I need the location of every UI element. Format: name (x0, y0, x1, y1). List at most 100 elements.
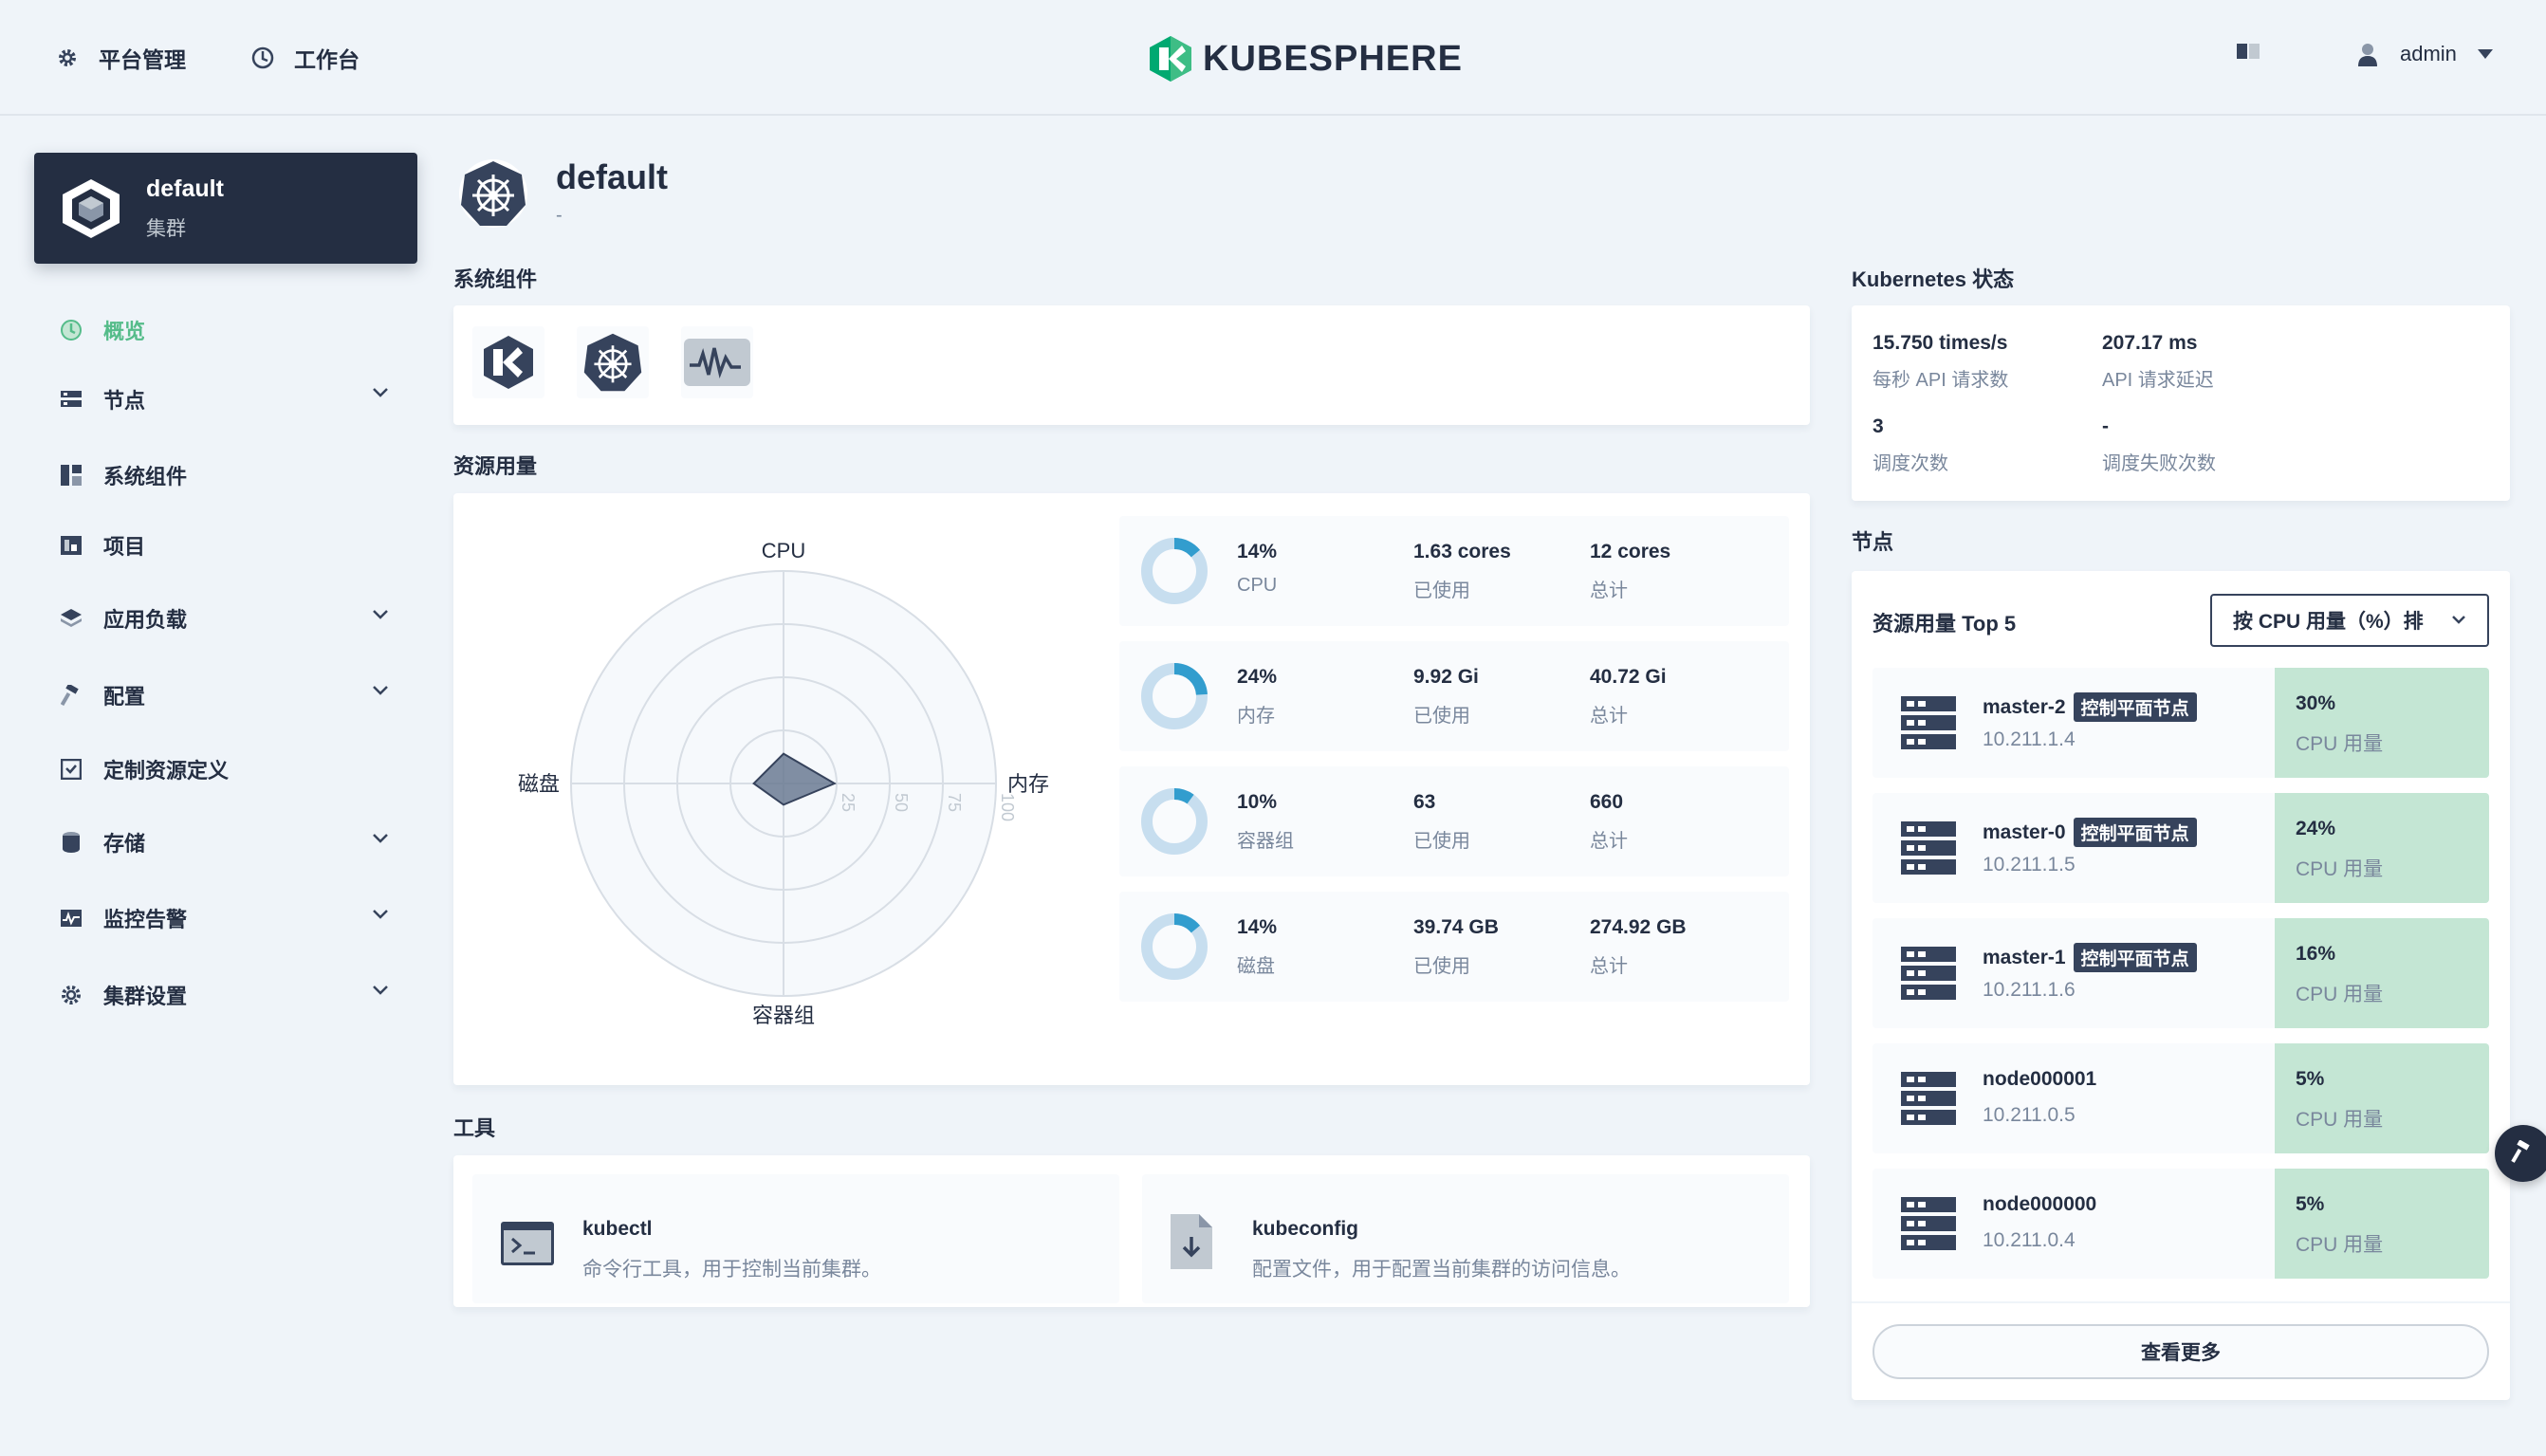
resource-total-label: 总计 (1590, 956, 1628, 977)
tool-name: kubectl (582, 1218, 653, 1240)
cluster-card[interactable]: default 集群 (34, 153, 417, 264)
server-icon (1901, 947, 1956, 1000)
view-more-button[interactable]: 查看更多 (1873, 1324, 2489, 1379)
node-name: master-2 (1983, 695, 2066, 718)
tool-kubectl[interactable]: kubectl 命令行工具，用于控制当前集群。 (472, 1174, 1119, 1303)
k8s-value: - (2102, 415, 2109, 437)
resource-row-pods: 10% 容器组 63 已使用 660 总计 (1119, 766, 1789, 876)
resource-used-label: 已使用 (1413, 706, 1470, 727)
kubesphere-logo-icon (1150, 36, 1191, 82)
node-row[interactable]: node000001 10.211.0.5 5% CPU 用量 (1873, 1043, 2489, 1153)
server-icon (1901, 696, 1956, 749)
sidebar-item-label: 系统组件 (103, 465, 188, 488)
radar-tick-label: 100 (998, 793, 1017, 821)
sidebar-item-label: 概览 (103, 320, 146, 343)
sidebar-item-label: 节点 (103, 389, 146, 413)
user-icon (2358, 44, 2377, 66)
resource-used: 9.92 Gi (1413, 666, 1479, 688)
sidebar-item-workloads[interactable]: 应用负载 (34, 581, 417, 656)
workbench-nav[interactable]: 工作台 (250, 42, 360, 74)
sidebar-item-cluster-settings[interactable]: 集群设置 (34, 956, 417, 1034)
node-cpu-usage: 5% CPU 用量 (2275, 1169, 2489, 1279)
node-name: master-0 (1983, 820, 2066, 843)
k8s-api-latency: 207.17 ms API 请求延迟 (2102, 332, 2214, 392)
node-ip: 10.211.1.5 (1983, 854, 2076, 875)
sidebar-item-label: 定制资源定义 (103, 759, 230, 783)
server-icon (1901, 1197, 1956, 1250)
kubesphere-component-icon[interactable] (472, 326, 544, 398)
nodes-section-title: 节点 (1852, 530, 1894, 554)
cluster-icon (63, 179, 120, 238)
page-description: - (556, 205, 563, 226)
nodes-icon (60, 388, 83, 411)
cluster-settings-icon (60, 984, 83, 1006)
sidebar-item-projects[interactable]: 项目 (34, 510, 417, 581)
kubernetes-component-icon[interactable] (577, 326, 649, 398)
sidebar-item-config[interactable]: 配置 (34, 656, 417, 734)
resource-name: 内存 (1237, 706, 1275, 727)
resource-percent: 14% (1237, 916, 1278, 938)
usage-value: 5% (2296, 1193, 2325, 1215)
chevron-down-icon (373, 834, 388, 843)
resource-row-memory: 24% 内存 9.92 Gi 已使用 40.72 Gi 总计 (1119, 641, 1789, 751)
sidebar-item-label: 配置 (103, 685, 146, 709)
page-title: default (556, 157, 669, 196)
server-icon (1901, 1072, 1956, 1125)
node-cpu-usage: 24% CPU 用量 (2275, 793, 2489, 903)
usage-label: CPU 用量 (2296, 733, 2384, 755)
node-row[interactable]: master-0 控制平面节点 10.211.1.5 24% CPU 用量 (1873, 793, 2489, 903)
node-row[interactable]: master-1 控制平面节点 10.211.1.6 16% CPU 用量 (1873, 918, 2489, 1028)
node-ip: 10.211.0.5 (1983, 1104, 2076, 1126)
dashboard-icon (250, 46, 275, 70)
node-ip: 10.211.0.4 (1983, 1229, 2076, 1251)
resource-percent: 24% (1237, 666, 1278, 688)
node-row[interactable]: node000000 10.211.0.4 5% CPU 用量 (1873, 1169, 2489, 1279)
terminal-icon (501, 1222, 554, 1265)
tools-section-title: 工具 (453, 1116, 496, 1140)
sidebar-item-components[interactable]: 系统组件 (34, 440, 417, 510)
resource-used-label: 已使用 (1413, 581, 1470, 601)
resource-radar-chart: CPU 内存 容器组 磁盘 25 50 75 100 (518, 539, 1049, 1027)
sidebar-item-crd[interactable]: 定制资源定义 (34, 734, 417, 804)
resource-name: 磁盘 (1237, 956, 1275, 977)
sidebar-item-storage[interactable]: 存储 (34, 804, 417, 880)
resource-total-label: 总计 (1590, 706, 1628, 727)
nodes-panel: 资源用量 Top 5 按 CPU 用量（%）排 master-2 控制平面节点 1… (1852, 571, 2510, 1400)
sidebar-item-monitoring[interactable]: 监控告警 (34, 880, 417, 956)
top-bar: 平台管理 工作台 KUBESPHERE admin (0, 0, 2546, 116)
sidebar-item-overview[interactable]: 概览 (34, 302, 417, 359)
control-plane-badge: 控制平面节点 (2073, 692, 2197, 722)
user-menu[interactable]: admin (2356, 42, 2493, 66)
kubesphere-logo[interactable]: KUBESPHERE (1148, 34, 1463, 83)
sort-select[interactable]: 按 CPU 用量（%）排 (2210, 594, 2489, 647)
tool-kubeconfig[interactable]: kubeconfig 配置文件，用于配置当前集群的访问信息。 (1142, 1174, 1789, 1303)
k8s-label: 调度次数 (1873, 453, 1948, 474)
resource-used-label: 已使用 (1413, 831, 1470, 852)
docs-button[interactable] (2237, 42, 2260, 61)
node-cpu-usage: 5% CPU 用量 (2275, 1043, 2489, 1153)
project-icon (60, 534, 83, 557)
monitoring-component-icon[interactable] (681, 326, 753, 398)
file-download-icon (1171, 1214, 1212, 1269)
divider (1852, 1301, 2510, 1303)
sidebar-item-nodes[interactable]: 节点 (34, 359, 417, 440)
cluster-type: 集群 (146, 218, 186, 240)
control-plane-badge: 控制平面节点 (2073, 818, 2197, 847)
k8s-section-title: Kubernetes 状态 (1852, 267, 2015, 291)
node-row[interactable]: master-2 控制平面节点 10.211.1.4 30% CPU 用量 (1873, 668, 2489, 778)
tool-name: kubeconfig (1252, 1218, 1359, 1240)
k8s-label: 每秒 API 请求数 (1873, 370, 2009, 391)
radar-axis-pods: 容器组 (752, 1004, 815, 1027)
k8s-label: 调度失败次数 (2102, 453, 2216, 474)
resource-percent: 10% (1237, 791, 1278, 813)
platform-nav[interactable]: 平台管理 (55, 42, 186, 74)
k8s-schedule-count: 3 调度次数 (1873, 415, 1948, 475)
toolbox-float-button[interactable] (2495, 1125, 2546, 1182)
components-section-title: 系统组件 (453, 267, 538, 291)
control-plane-badge: 控制平面节点 (2073, 943, 2197, 972)
resource-total: 40.72 Gi (1590, 666, 1667, 688)
radar-tick-label: 50 (892, 793, 911, 812)
chevron-down-icon (2452, 616, 2465, 624)
hammer-icon (60, 684, 83, 707)
sidebar-item-label: 存储 (103, 832, 146, 856)
